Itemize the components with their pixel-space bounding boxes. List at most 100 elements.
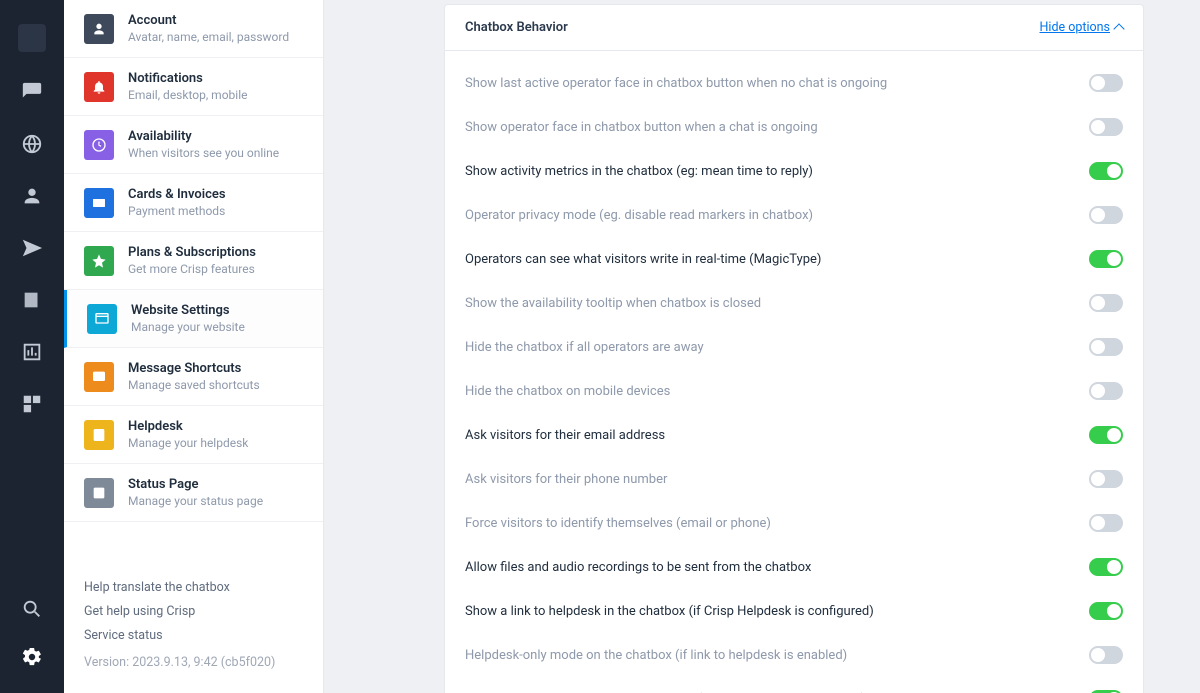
user-icon (84, 14, 114, 44)
clock-icon (84, 130, 114, 160)
behavior-option-row[interactable]: Operators can see what visitors write in… (445, 237, 1143, 281)
window-icon (87, 304, 117, 334)
plugins-icon[interactable] (20, 392, 44, 416)
analytics-icon[interactable] (20, 340, 44, 364)
settings-menu-item-website-settings[interactable]: Website Settings Manage your website (64, 290, 323, 348)
settings-menu: Account Avatar, name, email, password Noti… (64, 0, 324, 693)
footer-help-link[interactable]: Get help using Crisp (84, 600, 303, 624)
card-title: Chatbox Behavior (465, 20, 568, 35)
menu-item-title: Message Shortcuts (128, 361, 260, 376)
menu-item-subtitle: Avatar, name, email, password (128, 30, 289, 44)
option-label: Helpdesk-only mode on the chatbox (if li… (465, 648, 847, 663)
settings-menu-item-cards-invoices[interactable]: Cards & Invoices Payment methods (64, 174, 323, 232)
option-label: Show activity metrics in the chatbox (eg… (465, 164, 813, 179)
behavior-option-row[interactable]: Hide the chatbox if all operators are aw… (445, 325, 1143, 369)
behavior-option-row[interactable]: Ask visitors for their phone number (445, 457, 1143, 501)
status-icon (84, 478, 114, 508)
behavior-option-row[interactable]: Hide the chatbox on mobile devices (445, 369, 1143, 413)
contacts-icon[interactable] (20, 184, 44, 208)
settings-menu-item-message-shortcuts[interactable]: Message Shortcuts Manage saved shortcuts (64, 348, 323, 406)
bell-icon (84, 72, 114, 102)
shortcut-icon (84, 362, 114, 392)
chevron-up-icon (1113, 23, 1124, 34)
toggle-switch[interactable] (1089, 206, 1123, 224)
settings-content: Chatbox Behavior Hide options Show last … (324, 0, 1200, 693)
menu-item-subtitle: Manage your helpdesk (128, 436, 248, 450)
settings-menu-item-account[interactable]: Account Avatar, name, email, password (64, 0, 323, 58)
settings-menu-item-helpdesk[interactable]: Helpdesk Manage your helpdesk (64, 406, 323, 464)
card-body: Show last active operator face in chatbo… (445, 51, 1143, 693)
settings-menu-item-status-page[interactable]: Status Page Manage your status page (64, 464, 323, 522)
option-label: Hide the chatbox if all operators are aw… (465, 340, 704, 355)
option-label: Allow files and audio recordings to be s… (465, 560, 811, 575)
footer-translate-link[interactable]: Help translate the chatbox (84, 576, 303, 600)
toggle-switch[interactable] (1089, 294, 1123, 312)
option-label: Show last active operator face in chatbo… (465, 76, 887, 91)
behavior-option-row[interactable]: Show the availability tooltip when chatb… (445, 281, 1143, 325)
toggle-switch[interactable] (1089, 382, 1123, 400)
behavior-option-row[interactable]: Ask visitors for their email address (445, 413, 1143, 457)
globe-icon[interactable] (20, 132, 44, 156)
toggle-switch[interactable] (1089, 118, 1123, 136)
menu-item-subtitle: Email, desktop, mobile (128, 88, 247, 102)
option-label: Ask visitors for their phone number (465, 472, 667, 487)
menu-item-title: Availability (128, 129, 279, 144)
option-label: Operator privacy mode (eg. disable read … (465, 208, 813, 223)
menu-item-subtitle: Manage your status page (128, 494, 263, 508)
menu-item-subtitle: Payment methods (128, 204, 226, 218)
menu-item-title: Website Settings (131, 303, 245, 318)
menu-item-subtitle: When visitors see you online (128, 146, 279, 160)
toggle-switch[interactable] (1089, 558, 1123, 576)
behavior-option-row[interactable]: Allow files and audio recordings to be s… (445, 545, 1143, 589)
settings-menu-item-availability[interactable]: Availability When visitors see you online (64, 116, 323, 174)
star-icon (84, 246, 114, 276)
option-label: Show the availability tooltip when chatb… (465, 296, 761, 311)
behavior-option-row[interactable]: Show a link to helpdesk in the chatbox (… (445, 589, 1143, 633)
inbox-icon[interactable] (20, 80, 44, 104)
help-icon (84, 420, 114, 450)
menu-item-title: Account (128, 13, 289, 28)
hide-options-label: Hide options (1040, 20, 1111, 35)
knowledge-icon[interactable] (20, 288, 44, 312)
settings-menu-item-plans-subscriptions[interactable]: Plans & SubscriptionsGet more Crisp feat… (64, 232, 323, 290)
option-label: Operators can see what visitors write in… (465, 252, 821, 267)
footer-status-link[interactable]: Service status (84, 624, 303, 648)
option-label: Ask visitors for their email address (465, 428, 665, 443)
toggle-switch[interactable] (1089, 250, 1123, 268)
app-logo (18, 24, 46, 52)
behavior-option-row[interactable]: Show operator face in chatbox button whe… (445, 105, 1143, 149)
chatbox-behavior-card: Chatbox Behavior Hide options Show last … (444, 4, 1144, 693)
menu-item-title: Helpdesk (128, 419, 248, 434)
behavior-option-row[interactable]: Helpdesk-only mode on the chatbox (if li… (445, 633, 1143, 677)
hide-options-link[interactable]: Hide options (1040, 20, 1124, 35)
campaigns-icon[interactable] (20, 236, 44, 260)
option-label: Force visitors to identify themselves (e… (465, 516, 771, 531)
settings-menu-item-notifications[interactable]: Notifications Email, desktop, mobile (64, 58, 323, 116)
nav-rail (0, 0, 64, 693)
toggle-switch[interactable] (1089, 514, 1123, 532)
settings-gear-icon[interactable] (20, 645, 44, 669)
toggle-switch[interactable] (1089, 338, 1123, 356)
card-icon (84, 188, 114, 218)
toggle-switch[interactable] (1089, 162, 1123, 180)
toggle-switch[interactable] (1089, 646, 1123, 664)
behavior-option-row[interactable]: Operator privacy mode (eg. disable read … (445, 193, 1143, 237)
behavior-option-row[interactable]: Show activity metrics in the chatbox (eg… (445, 149, 1143, 193)
app-version: Version: 2023.9.13, 9:42 (cb5f020) (84, 651, 303, 675)
option-label: Hide the chatbox on mobile devices (465, 384, 670, 399)
toggle-switch[interactable] (1089, 426, 1123, 444)
search-icon[interactable] (20, 597, 44, 621)
menu-item-title: Cards & Invoices (128, 187, 226, 202)
toggle-switch[interactable] (1089, 470, 1123, 488)
toggle-switch[interactable] (1089, 74, 1123, 92)
menu-item-title: Status Page (128, 477, 263, 492)
toggle-switch[interactable] (1089, 602, 1123, 620)
card-header: Chatbox Behavior Hide options (445, 5, 1143, 51)
behavior-option-row[interactable]: Show last active operator face in chatbo… (445, 61, 1143, 105)
menu-item-subtitle: Manage saved shortcuts (128, 378, 260, 392)
settings-footer: Help translate the chatbox Get help usin… (64, 560, 323, 693)
behavior-option-row[interactable]: Show an alert when status reports dead (… (445, 677, 1143, 693)
menu-item-title: Notifications (128, 71, 247, 86)
menu-item-subtitle: Manage your website (131, 320, 245, 334)
behavior-option-row[interactable]: Force visitors to identify themselves (e… (445, 501, 1143, 545)
